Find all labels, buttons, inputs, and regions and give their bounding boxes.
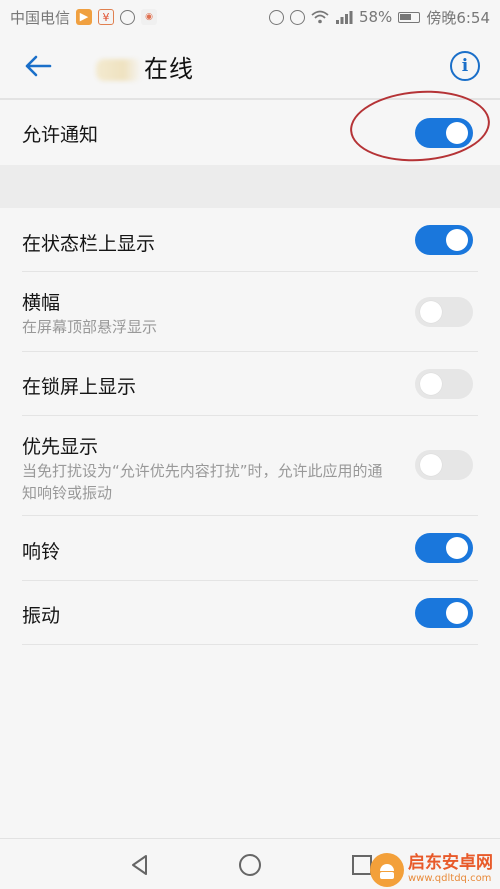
status-bar-display-toggle[interactable] <box>415 225 473 255</box>
banner-label: 横幅 <box>22 292 61 314</box>
row-banner[interactable]: 横幅 在屏幕顶部悬浮显示 <box>0 272 500 351</box>
redacted-app-name <box>96 58 142 81</box>
watermark: 启东安卓网 www.qdltdq.com <box>370 850 500 889</box>
info-icon: i <box>461 56 469 76</box>
priority-description: 当免打扰设为“允许优先内容打扰”时，允许此应用的通知响铃或振动 <box>22 462 383 502</box>
row-status-bar-display[interactable]: 在状态栏上显示 <box>0 208 500 271</box>
rotation-lock-icon <box>268 9 284 25</box>
priority-label: 优先显示 <box>22 436 99 458</box>
battery-percent: 58% <box>358 8 393 26</box>
wechat-icon: ◉ <box>141 9 158 25</box>
section-gap <box>0 165 500 208</box>
priority-toggle[interactable] <box>415 450 473 480</box>
lock-screen-label: 在锁屏上显示 <box>22 376 137 398</box>
toggle-knob <box>420 301 442 323</box>
ringtone-label: 响铃 <box>22 541 61 563</box>
toggle-knob <box>420 373 442 395</box>
watermark-name: 启东安卓网 <box>408 853 493 873</box>
nav-back-icon[interactable] <box>128 853 152 877</box>
row-lock-screen[interactable]: 在锁屏上显示 <box>0 352 500 415</box>
app-icon: ¥ <box>98 9 115 25</box>
page-title: 在线 <box>96 49 194 84</box>
watermark-text: 启东安卓网 www.qdltdq.com <box>408 854 493 885</box>
row-vibrate[interactable]: 振动 <box>0 581 500 644</box>
wifi-icon <box>311 10 329 24</box>
status-bar-display-label: 在状态栏上显示 <box>22 233 156 255</box>
info-button[interactable]: i <box>450 51 480 81</box>
carrier-label: 中国电信 <box>10 8 71 27</box>
app-bar: 在线 i <box>0 34 500 98</box>
row-ringtone[interactable]: 响铃 <box>0 516 500 580</box>
toggle-knob <box>446 537 468 559</box>
back-button[interactable] <box>20 48 56 84</box>
vibrate-label: 振动 <box>22 605 61 627</box>
toggle-knob <box>446 229 468 251</box>
app-icon <box>120 9 136 25</box>
status-bar: 中国电信 ▶ ¥ ◉ 58% 傍晚6:54 <box>0 0 500 34</box>
status-left: 中国电信 ▶ ¥ ◉ <box>10 7 158 28</box>
signal-icon <box>335 11 353 24</box>
status-right: 58% 傍晚6:54 <box>268 7 490 28</box>
alarm-icon <box>289 9 305 25</box>
back-arrow-icon <box>25 55 52 77</box>
banner-description: 在屏幕顶部悬浮显示 <box>22 318 158 336</box>
notification-icon: ▶ <box>76 9 93 25</box>
android-icon <box>380 863 394 879</box>
lock-screen-toggle[interactable] <box>415 369 473 399</box>
banner-toggle[interactable] <box>415 297 473 327</box>
ringtone-toggle[interactable] <box>415 533 473 563</box>
page-title-text: 在线 <box>144 54 194 83</box>
divider <box>22 644 478 645</box>
watermark-url: www.qdltdq.com <box>408 873 492 884</box>
toggle-knob <box>446 602 468 624</box>
vibrate-toggle[interactable] <box>415 598 473 628</box>
row-priority[interactable]: 优先显示 当免打扰设为“允许优先内容打扰”时，允许此应用的通知响铃或振动 <box>0 416 500 515</box>
allow-notifications-label: 允许通知 <box>22 124 99 146</box>
nav-home-icon[interactable] <box>238 853 262 877</box>
toggle-knob <box>420 454 442 476</box>
clock: 傍晚6:54 <box>426 8 490 27</box>
watermark-logo-icon <box>370 852 404 887</box>
battery-icon <box>398 11 421 23</box>
